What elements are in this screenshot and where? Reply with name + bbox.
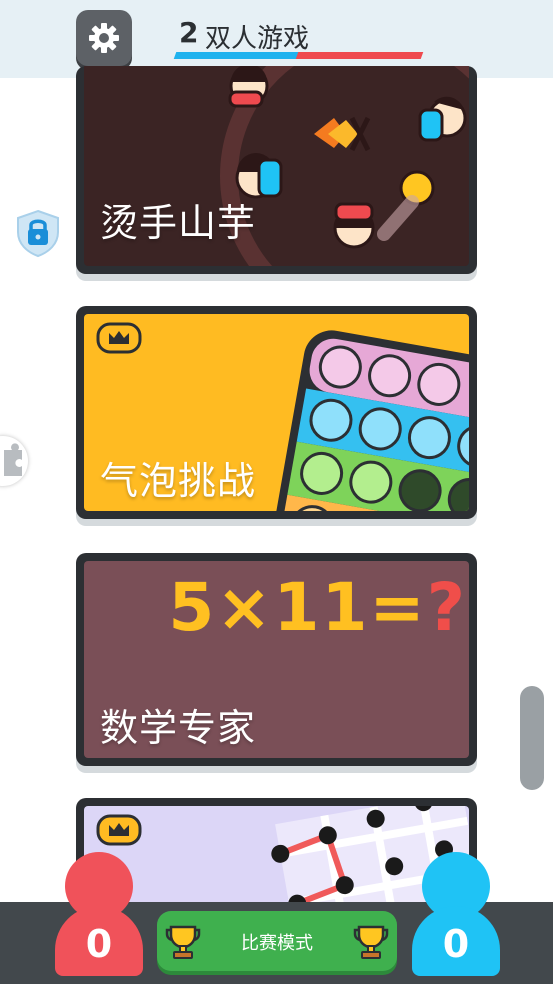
puzzle-badge[interactable]: [0, 436, 28, 486]
game-card-bubble-challenge[interactable]: 气泡挑战: [76, 306, 477, 519]
trophy-icon: [353, 925, 389, 959]
math-expression: 5×11=: [168, 569, 427, 646]
red-score-value: 0: [85, 922, 113, 966]
tournament-mode-button[interactable]: 比赛模式: [157, 911, 397, 971]
game-card-hot-potato[interactable]: 烫手山芋: [76, 66, 477, 274]
red-player-score: 0: [55, 852, 145, 976]
gear-icon: [89, 23, 119, 53]
crown-icon: [96, 322, 142, 354]
title-underline-blue: [173, 52, 302, 59]
title-underline-red: [295, 52, 424, 59]
card-art: 5×11=? 数学专家: [84, 561, 469, 758]
puzzle-icon: [4, 443, 22, 476]
game-title: 烫手山芋: [100, 201, 257, 245]
settings-button[interactable]: [76, 10, 132, 66]
title-text: 双人游戏: [205, 24, 310, 54]
lock-badge[interactable]: [14, 208, 62, 258]
math-question-mark: ?: [426, 569, 467, 646]
card-art: 烫手山芋: [84, 66, 469, 266]
scrollbar-thumb[interactable]: [520, 686, 544, 790]
game-title: 数学专家: [100, 706, 257, 750]
blue-score-value: 0: [442, 922, 470, 966]
crown-icon: [96, 814, 142, 846]
blue-player-score: 0: [412, 852, 502, 976]
title-number: 2: [179, 16, 199, 49]
game-title: 气泡挑战: [100, 459, 257, 503]
card-art: 气泡挑战: [84, 314, 469, 511]
math-illustration: 5×11=?: [168, 569, 467, 646]
app-title: 2 双人游戏: [173, 14, 425, 60]
game-card-math-expert[interactable]: 5×11=? 数学专家: [76, 553, 477, 766]
lock-icon: [17, 209, 59, 258]
